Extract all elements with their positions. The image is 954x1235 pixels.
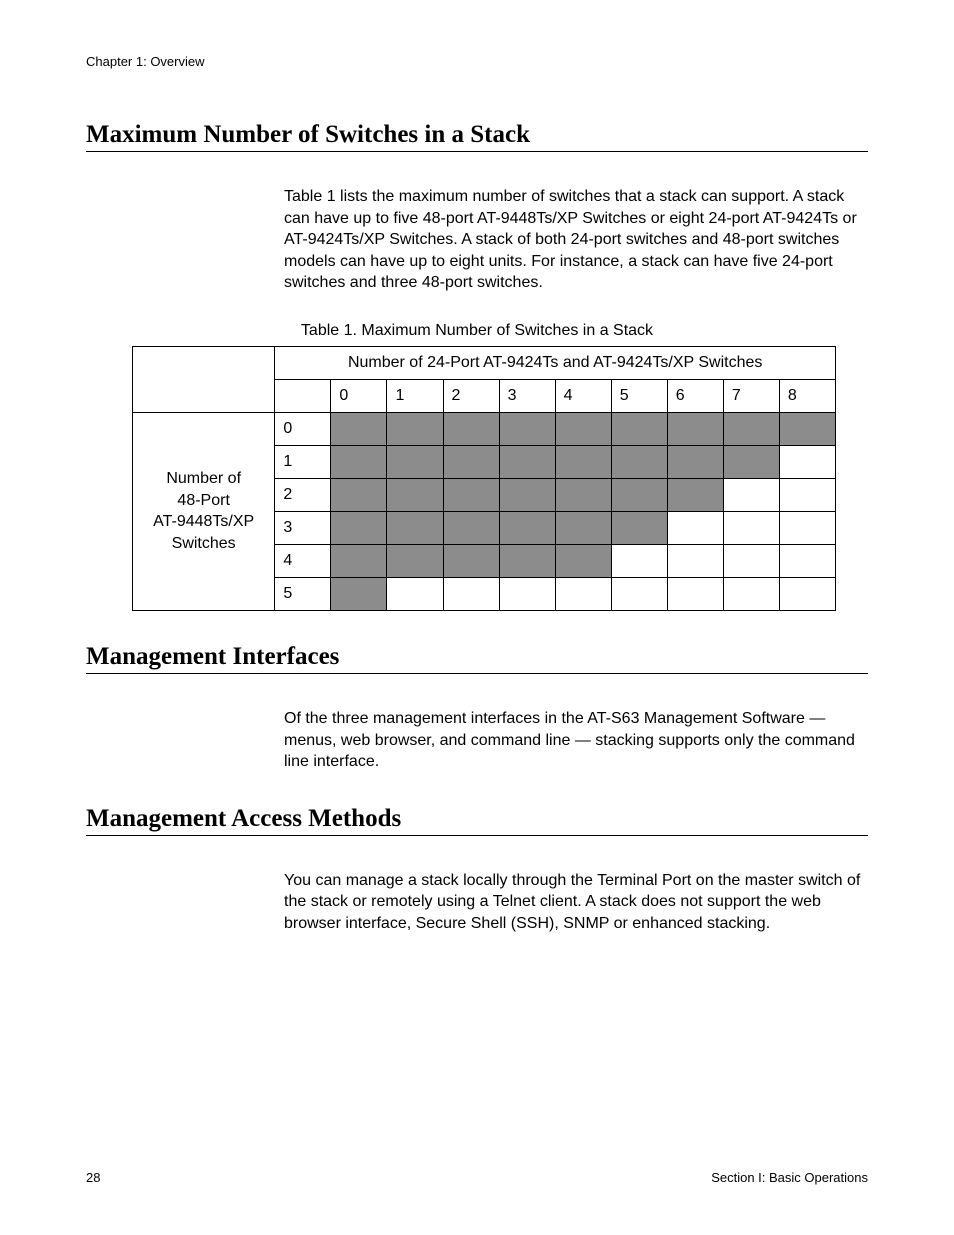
table-cell xyxy=(387,544,443,577)
chapter-header: Chapter 1: Overview xyxy=(86,54,868,69)
table-cell xyxy=(611,478,667,511)
table-row-label: 2 xyxy=(275,478,331,511)
table-cell xyxy=(667,511,723,544)
section3-paragraph: You can manage a stack locally through t… xyxy=(284,870,868,935)
table-col-2: 2 xyxy=(443,379,499,412)
table-cell xyxy=(667,478,723,511)
table-cell xyxy=(555,412,611,445)
stack-table: Number of 24-Port AT-9424Ts and AT-9424T… xyxy=(132,346,836,611)
table-cell xyxy=(387,412,443,445)
table-cell xyxy=(555,478,611,511)
table-cell xyxy=(499,544,555,577)
table-cell xyxy=(331,511,387,544)
table-cell xyxy=(499,511,555,544)
table-top-header: Number of 24-Port AT-9424Ts and AT-9424T… xyxy=(275,346,836,379)
table-cell xyxy=(387,511,443,544)
table-col-4: 4 xyxy=(555,379,611,412)
table-cell xyxy=(331,544,387,577)
page-number: 28 xyxy=(86,1170,100,1185)
table-cell xyxy=(555,577,611,610)
table-cell xyxy=(499,445,555,478)
table-cell xyxy=(611,511,667,544)
table-cell xyxy=(331,577,387,610)
table-cell xyxy=(723,478,779,511)
table-cell xyxy=(667,577,723,610)
table-cell xyxy=(611,544,667,577)
table-cell xyxy=(443,544,499,577)
table-cell xyxy=(667,412,723,445)
table-col-6: 6 xyxy=(667,379,723,412)
table-cell xyxy=(723,511,779,544)
table-row-label: 0 xyxy=(275,412,331,445)
table-cell xyxy=(499,412,555,445)
table-cell xyxy=(723,544,779,577)
table-cell xyxy=(779,544,835,577)
table-cell xyxy=(667,445,723,478)
table-cell xyxy=(443,511,499,544)
table-col-3: 3 xyxy=(499,379,555,412)
table-col-blank xyxy=(275,379,331,412)
table-cell xyxy=(611,412,667,445)
table-cell xyxy=(779,511,835,544)
table-cell xyxy=(331,445,387,478)
table-cell xyxy=(387,577,443,610)
page-footer: 28 Section I: Basic Operations xyxy=(86,1170,868,1185)
section2-paragraph: Of the three management interfaces in th… xyxy=(284,708,868,773)
table-col-0: 0 xyxy=(331,379,387,412)
section1-paragraph: Table 1 lists the maximum number of swit… xyxy=(284,186,868,294)
table-corner-blank xyxy=(133,346,275,412)
table-cell xyxy=(443,412,499,445)
table-cell xyxy=(555,544,611,577)
table-cell xyxy=(611,577,667,610)
table-cell xyxy=(387,445,443,478)
table-cell xyxy=(779,577,835,610)
section-title-management-interfaces: Management Interfaces xyxy=(86,643,868,674)
table-caption: Table 1. Maximum Number of Switches in a… xyxy=(86,322,868,340)
table-cell xyxy=(555,511,611,544)
table-side-header: Number of48-PortAT-9448Ts/XPSwitches xyxy=(133,412,275,610)
table-cell xyxy=(387,478,443,511)
table-col-5: 5 xyxy=(611,379,667,412)
table-col-8: 8 xyxy=(779,379,835,412)
table-cell xyxy=(331,412,387,445)
table-row: Number of48-PortAT-9448Ts/XPSwitches0 xyxy=(133,412,836,445)
footer-section: Section I: Basic Operations xyxy=(711,1170,868,1185)
table-row-label: 4 xyxy=(275,544,331,577)
table-row-label: 3 xyxy=(275,511,331,544)
table-cell xyxy=(723,577,779,610)
table-cell xyxy=(779,478,835,511)
table-cell xyxy=(667,544,723,577)
table-row-label: 1 xyxy=(275,445,331,478)
table-cell xyxy=(443,478,499,511)
table-cell xyxy=(723,445,779,478)
table-cell xyxy=(723,412,779,445)
table-cell xyxy=(611,445,667,478)
table-cell xyxy=(443,577,499,610)
section-title-management-access: Management Access Methods xyxy=(86,805,868,836)
table-cell xyxy=(443,445,499,478)
table-cell xyxy=(779,412,835,445)
section-title-max-switches: Maximum Number of Switches in a Stack xyxy=(86,121,868,152)
table-cell xyxy=(499,478,555,511)
table-cell xyxy=(331,478,387,511)
table-row-label: 5 xyxy=(275,577,331,610)
table-cell xyxy=(779,445,835,478)
table-cell xyxy=(555,445,611,478)
table-col-7: 7 xyxy=(723,379,779,412)
table-col-1: 1 xyxy=(387,379,443,412)
table-cell xyxy=(499,577,555,610)
